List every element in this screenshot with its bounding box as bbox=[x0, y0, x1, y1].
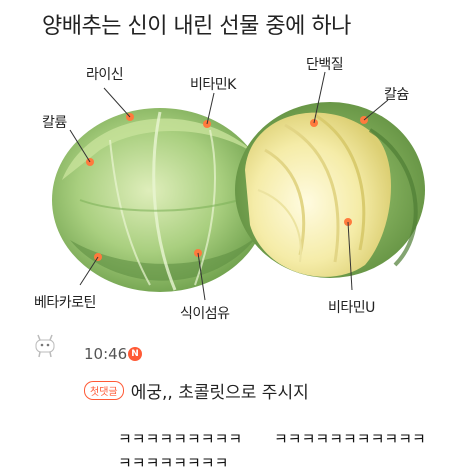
label-vitamin-k: 비타민K bbox=[190, 77, 236, 93]
comment-text: 에궁,, 초콜릿으로 주시지 bbox=[130, 383, 309, 403]
label-beta-carotene: 베타카로틴 bbox=[34, 295, 96, 311]
reply-line1-right: ㅋㅋㅋㅋㅋㅋㅋㅋㅋㅋㅋ bbox=[274, 430, 426, 448]
label-potassium: 칼륨 bbox=[42, 115, 67, 131]
whole-cabbage bbox=[52, 108, 268, 292]
label-dietary-fiber: 식이섬유 bbox=[180, 306, 230, 322]
post-title: 양배추는 신이 내린 선물 중에 하나 bbox=[42, 14, 351, 39]
reply-line2: ㅋㅋㅋㅋㅋㅋㅋㅋ bbox=[118, 454, 229, 472]
label-lysine: 라이신 bbox=[86, 67, 124, 83]
new-badge: N bbox=[128, 347, 142, 361]
label-vitamin-u: 비타민U bbox=[328, 300, 375, 316]
comment-time: 10:46 bbox=[84, 345, 128, 363]
label-calcium: 칼슘 bbox=[384, 87, 409, 103]
cut-cabbage bbox=[235, 102, 425, 278]
comment-row: 첫댓글 에궁,, 초콜릿으로 주시지 bbox=[84, 378, 309, 403]
avatar-icon[interactable] bbox=[30, 330, 62, 360]
label-protein: 단백질 bbox=[306, 57, 344, 73]
first-comment-badge: 첫댓글 bbox=[84, 381, 124, 400]
reply-line1-left: ㅋㅋㅋㅋㅋㅋㅋㅋㅋ bbox=[118, 430, 243, 448]
